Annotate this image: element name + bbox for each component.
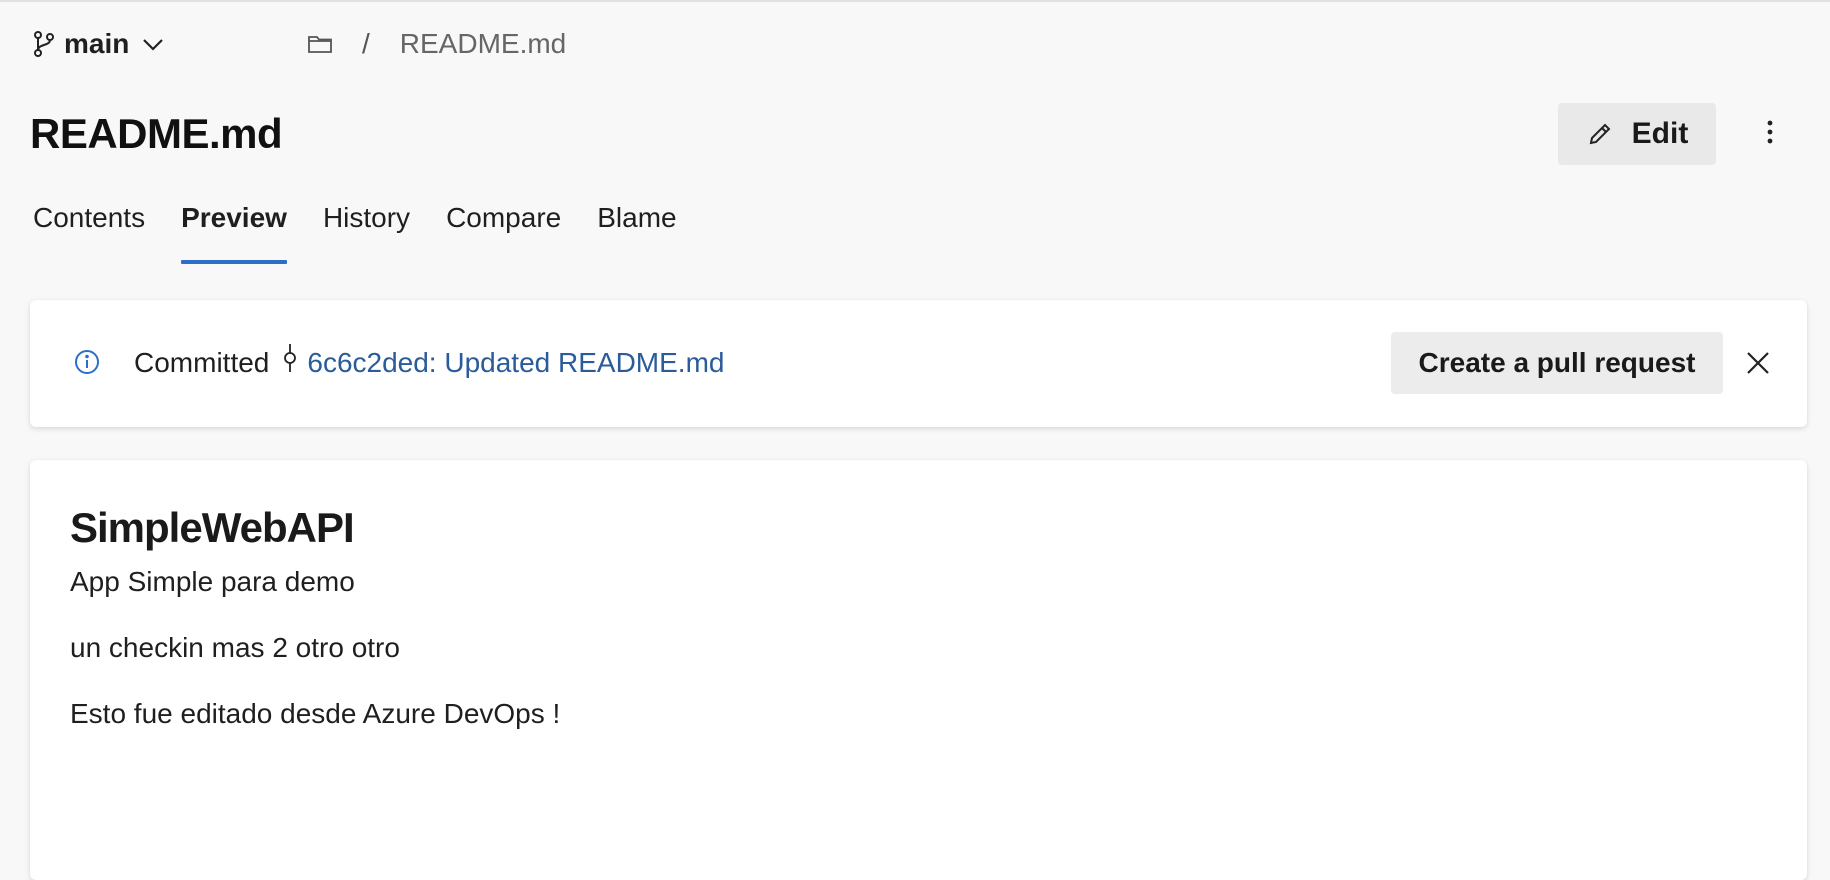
- commit-icon: [279, 342, 301, 376]
- markdown-preview: SimpleWebAPI App Simple para demo un che…: [30, 460, 1807, 880]
- file-tabs: Contents Preview History Compare Blame: [33, 202, 677, 264]
- preview-paragraph: Esto fue editado desde Azure DevOps !: [70, 698, 561, 729]
- tab-preview[interactable]: Preview: [181, 202, 287, 264]
- page-title: README.md: [30, 110, 283, 157]
- preview-paragraph: un checkin mas 2 otro otro: [70, 632, 400, 663]
- branch-selector[interactable]: main: [30, 24, 167, 64]
- branch-icon: [30, 30, 58, 58]
- breadcrumb-file: README.md: [399, 28, 567, 59]
- pencil-icon: [1586, 120, 1614, 148]
- branch-name: main: [64, 28, 130, 59]
- edit-button[interactable]: Edit: [1558, 103, 1716, 165]
- commit-message: Committed 6c6c2ded: Updated README.md: [134, 340, 724, 386]
- close-icon[interactable]: [1742, 347, 1774, 379]
- create-pull-request-button[interactable]: Create a pull request: [1391, 332, 1723, 394]
- commit-link[interactable]: 6c6c2ded: Updated README.md: [307, 347, 724, 379]
- more-vertical-icon: [1766, 119, 1774, 150]
- committed-label: Committed: [134, 347, 270, 378]
- tab-compare[interactable]: Compare: [446, 202, 561, 264]
- folder-icon[interactable]: [306, 30, 334, 58]
- more-options-button[interactable]: [1752, 112, 1788, 156]
- chevron-down-icon[interactable]: [139, 30, 167, 58]
- preview-heading: SimpleWebAPI: [70, 504, 355, 551]
- preview-paragraph: App Simple para demo: [70, 566, 355, 597]
- edit-button-label: Edit: [1631, 117, 1689, 150]
- commit-banner: Committed 6c6c2ded: Updated README.md Cr…: [30, 300, 1807, 427]
- tab-history[interactable]: History: [323, 202, 410, 264]
- breadcrumb: / README.md: [306, 24, 566, 64]
- tab-contents[interactable]: Contents: [33, 202, 145, 264]
- info-icon: [72, 347, 102, 377]
- breadcrumb-separator: /: [362, 28, 370, 59]
- tab-blame[interactable]: Blame: [597, 202, 676, 264]
